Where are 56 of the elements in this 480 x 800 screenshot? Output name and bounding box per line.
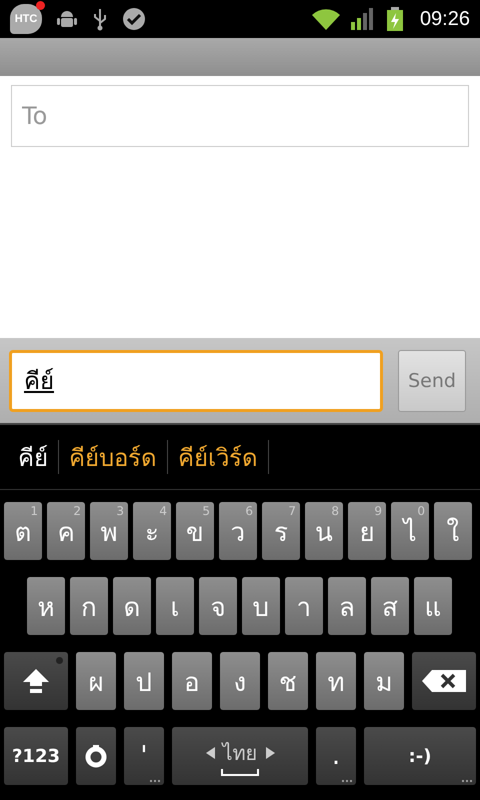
suggestion[interactable]: คีย์บอร์ด bbox=[59, 438, 167, 476]
key[interactable]: 4 ะ bbox=[133, 502, 171, 560]
key[interactable]: 6 ว bbox=[219, 502, 257, 560]
key[interactable]: 1 ต bbox=[4, 502, 42, 560]
key[interactable]: 0 ไ bbox=[391, 502, 429, 560]
signal-icon bbox=[350, 8, 376, 30]
key[interactable]: อ bbox=[172, 652, 212, 710]
suggestion[interactable]: คีย์ bbox=[8, 438, 58, 476]
shift-key[interactable] bbox=[4, 652, 68, 710]
key[interactable]: เ bbox=[156, 577, 194, 635]
key[interactable]: จ bbox=[199, 577, 237, 635]
key[interactable]: ผ bbox=[76, 652, 116, 710]
key[interactable]: ง bbox=[220, 652, 260, 710]
settings-icon bbox=[84, 744, 108, 768]
suggestion[interactable]: คีย์เวิร์ด bbox=[168, 438, 268, 476]
key[interactable]: 9 ย bbox=[348, 502, 386, 560]
key[interactable]: ด bbox=[113, 577, 151, 635]
key[interactable]: ก bbox=[70, 577, 108, 635]
message-field[interactable]: คีย์ bbox=[9, 350, 383, 412]
space-icon bbox=[221, 768, 259, 776]
android-icon bbox=[56, 9, 78, 29]
key[interactable]: า bbox=[285, 577, 323, 635]
key[interactable]: . bbox=[316, 727, 356, 785]
key[interactable]: ล bbox=[328, 577, 366, 635]
key[interactable]: 7 ร bbox=[262, 502, 300, 560]
settings-key[interactable] bbox=[76, 727, 116, 785]
key[interactable]: ส bbox=[371, 577, 409, 635]
check-bubble-icon bbox=[122, 7, 146, 31]
space-key[interactable]: ไทย bbox=[172, 727, 308, 785]
key[interactable]: บ bbox=[242, 577, 280, 635]
key[interactable]: ป bbox=[124, 652, 164, 710]
key[interactable]: 5 ข bbox=[176, 502, 214, 560]
symbols-key[interactable]: ?123 bbox=[4, 727, 68, 785]
key[interactable]: ใ bbox=[434, 502, 472, 560]
to-field[interactable]: To bbox=[11, 85, 469, 147]
clock: 09:26 bbox=[420, 8, 470, 30]
shift-icon bbox=[22, 668, 50, 694]
key[interactable]: 3 พ bbox=[90, 502, 128, 560]
key[interactable]: แ bbox=[414, 577, 452, 635]
battery-icon bbox=[386, 7, 404, 31]
backspace-icon bbox=[422, 670, 466, 692]
key[interactable]: ห bbox=[27, 577, 65, 635]
left-arrow-icon bbox=[206, 746, 214, 758]
send-button[interactable]: Send bbox=[398, 350, 466, 412]
wifi-icon bbox=[312, 8, 340, 30]
htc-app-icon: HTC bbox=[10, 4, 42, 34]
usb-icon bbox=[92, 7, 108, 31]
right-arrow-icon bbox=[266, 746, 274, 758]
key[interactable]: ช bbox=[268, 652, 308, 710]
key[interactable]: ' bbox=[124, 727, 164, 785]
key[interactable]: 2 ค bbox=[47, 502, 85, 560]
key[interactable]: ท bbox=[316, 652, 356, 710]
smiley-key[interactable]: :-) bbox=[364, 727, 476, 785]
key[interactable]: 8 น bbox=[305, 502, 343, 560]
backspace-key[interactable] bbox=[412, 652, 476, 710]
key[interactable]: ม bbox=[364, 652, 404, 710]
